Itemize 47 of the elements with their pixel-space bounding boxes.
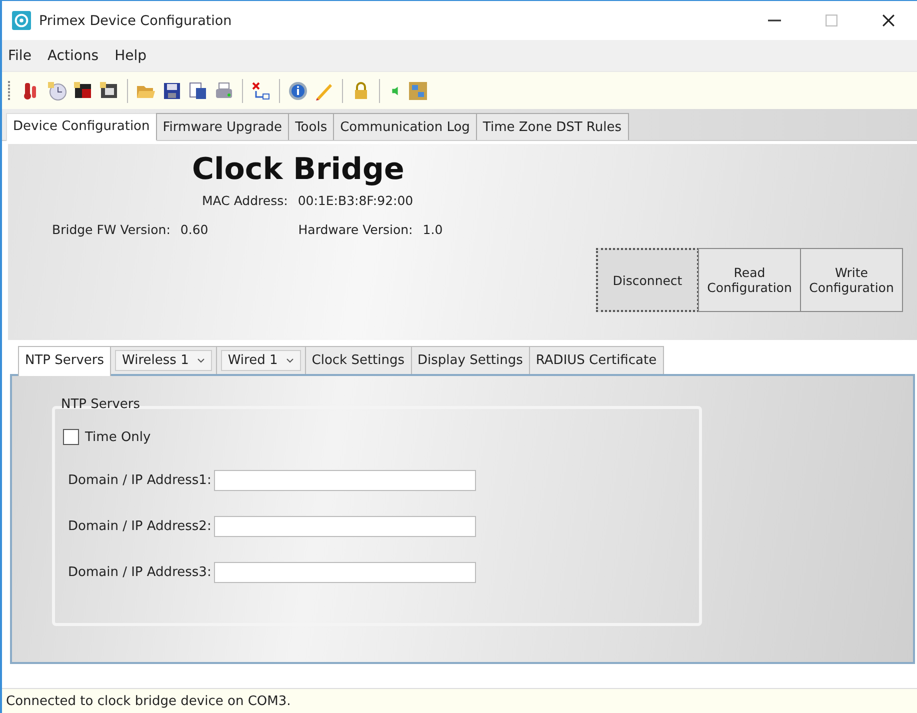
menu-item[interactable]: Help [114, 48, 146, 64]
input-field[interactable] [214, 516, 476, 537]
fw-version-value: 0.60 [180, 222, 208, 237]
dropdown-tab[interactable]: Wireless 1 [110, 346, 217, 374]
tab[interactable]: Clock Settings [304, 346, 412, 374]
action-button[interactable]: Read Configuration [698, 248, 801, 312]
clock-icon[interactable] [47, 80, 67, 100]
group-title: NTP Servers [61, 397, 140, 412]
window-title: Primex Device Configuration [39, 12, 232, 28]
hw-version-label: Hardware Version: [298, 222, 413, 237]
field-label: Domain / IP Address2: [68, 519, 212, 534]
printer-icon[interactable] [214, 80, 234, 100]
tab[interactable]: Device Configuration [6, 113, 157, 141]
tab[interactable]: Communication Log [333, 113, 477, 140]
tab[interactable]: NTP Servers [18, 346, 112, 376]
dropdown-tab[interactable]: Wired 1 [216, 346, 306, 374]
mac-value: 00:1E:B3:8F:92:00 [298, 193, 414, 208]
hw-version-value: 1.0 [422, 222, 443, 237]
menu-item[interactable]: File [8, 48, 32, 64]
info-icon[interactable] [288, 80, 308, 100]
tab[interactable]: Display Settings [410, 346, 530, 374]
copy-icon[interactable] [188, 80, 208, 100]
chevron-icon [286, 358, 294, 363]
mac-label: MAC Address: [202, 193, 288, 208]
tab[interactable]: Firmware Upgrade [156, 113, 290, 140]
tab[interactable]: RADIUS Certificate [528, 346, 664, 374]
app-icon [12, 11, 31, 30]
input-field[interactable] [214, 470, 476, 491]
disconnect-icon[interactable] [251, 80, 271, 100]
close-icon[interactable] [882, 14, 895, 27]
chevron-icon [196, 358, 205, 363]
input-field[interactable] [214, 562, 476, 583]
checkbox[interactable] [63, 429, 79, 445]
tab[interactable]: Tools [288, 113, 334, 140]
fw-version-label: Bridge FW Version: [52, 222, 170, 237]
action-button[interactable]: Write Configuration [800, 248, 903, 312]
menu-item[interactable]: Actions [47, 48, 99, 64]
action-button[interactable]: Disconnect [596, 248, 699, 312]
status-bar: Connected to clock bridge device on COM3. [2, 688, 917, 713]
save-icon[interactable] [162, 80, 182, 100]
grip-icon [8, 80, 11, 100]
field-label: Domain / IP Address3: [68, 565, 212, 580]
network-icon[interactable] [408, 80, 428, 100]
field-label: Domain / IP Address1: [68, 473, 212, 488]
device-name: Clock Bridge [192, 152, 406, 187]
tab[interactable]: Time Zone DST Rules [476, 113, 629, 140]
checkbox-label: Time Only [85, 430, 151, 444]
